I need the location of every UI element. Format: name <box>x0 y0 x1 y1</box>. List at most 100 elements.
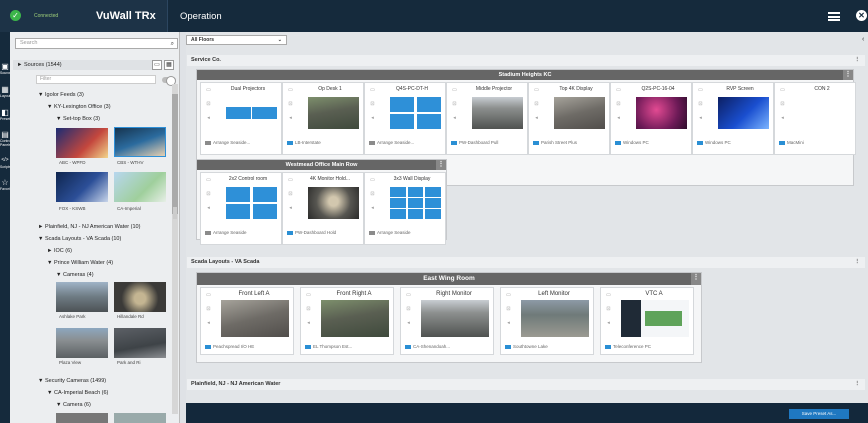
rail-favorites[interactable]: ☆ Favorites <box>0 178 14 191</box>
display-cell[interactable]: 4K Monitor Hold... ▭ ⊡ ◂ PW-Dashboard Hold <box>282 172 364 245</box>
save-preset-button[interactable]: Save Preset As... <box>789 409 849 419</box>
lock-icon[interactable]: ⊡ <box>605 306 612 312</box>
monitor-icon[interactable]: ▭ <box>405 292 412 298</box>
tree-item[interactable]: ▼ Scada Layouts - VA Scada (10) <box>38 236 121 242</box>
source-thumbnail[interactable] <box>114 172 166 202</box>
volume-icon[interactable]: ◂ <box>605 320 612 326</box>
source-thumbnail[interactable] <box>56 282 108 312</box>
wall-menu-icon[interactable]: ⋮ <box>691 273 701 285</box>
display-cell[interactable]: Right Monitor ▭ ⊡ ◂ CA-Shenandoah... <box>400 287 494 355</box>
volume-icon[interactable]: ◂ <box>369 205 376 211</box>
display-cell[interactable]: Dual Projectors ▭ ⊡ ◂ Arrange Seaside... <box>200 82 282 155</box>
lock-icon[interactable]: ⊡ <box>305 306 312 312</box>
lock-icon[interactable]: ⊡ <box>287 191 294 197</box>
cell-screen[interactable] <box>718 97 769 129</box>
monitor-icon[interactable]: ▭ <box>615 87 622 93</box>
monitor-icon[interactable]: ▭ <box>605 292 612 298</box>
lock-icon[interactable]: ⊡ <box>369 101 376 107</box>
group-header[interactable]: Service Co. ⋮ <box>187 55 865 66</box>
filter-toggle[interactable] <box>162 76 176 86</box>
lock-icon[interactable]: ⊡ <box>205 306 212 312</box>
display-cell[interactable]: Left Monitor ▭ ⊡ ◂ Southtowne Lake <box>500 287 594 355</box>
monitor-icon[interactable]: ▭ <box>505 292 512 298</box>
cell-screen[interactable] <box>472 97 523 129</box>
tree-item[interactable]: ▼ Igolor Feeds (3) <box>38 92 84 98</box>
monitor-icon[interactable]: ▭ <box>779 87 786 93</box>
rail-scripts[interactable]: </> Scripts <box>0 156 11 169</box>
display-cell[interactable]: 3x3 Wall Display ▭ ⊡ ◂ Arrange Seaside <box>364 172 446 245</box>
display-cell[interactable]: 2x2 Control room ▭ ⊡ ◂ Arrange Seaside <box>200 172 282 245</box>
monitor-icon[interactable]: ▭ <box>205 292 212 298</box>
cell-screen[interactable] <box>421 300 489 337</box>
volume-icon[interactable]: ◂ <box>287 205 294 211</box>
volume-icon[interactable]: ◂ <box>779 115 786 121</box>
group-header[interactable]: Scada Layouts - VA Scada ⋮ <box>187 257 865 268</box>
display-cell[interactable]: Middle Projector ▭ ⊡ ◂ PW-Dashboard Pull <box>446 82 528 155</box>
volume-icon[interactable]: ◂ <box>451 115 458 121</box>
tree-item[interactable]: ▼ CA-Imperial Beach (6) <box>47 390 108 396</box>
rail-control-panels[interactable]: ▤ Control Panels <box>0 130 11 147</box>
display-cell[interactable]: Op Desk 1 ▭ ⊡ ◂ LB-Interstate <box>282 82 364 155</box>
cell-screen[interactable] <box>308 97 359 129</box>
filter-input[interactable]: Filter <box>36 75 156 84</box>
cell-screen[interactable] <box>226 97 277 129</box>
monitor-icon[interactable]: ▭ <box>369 177 376 183</box>
grid-view-button[interactable]: ▦ <box>164 60 174 70</box>
list-view-button[interactable]: ▭ <box>152 60 162 70</box>
display-cell[interactable]: VTC A ▭ ⊡ ◂ Teleconference PC <box>600 287 694 355</box>
volume-icon[interactable]: ◂ <box>505 320 512 326</box>
lock-icon[interactable]: ⊡ <box>405 306 412 312</box>
display-cell[interactable]: Front Right A ▭ ⊡ ◂ EL Thompson Est... <box>300 287 394 355</box>
tree-item[interactable]: ▼ Set-top Box (3) <box>56 116 100 122</box>
close-icon[interactable]: ✕ <box>856 10 867 21</box>
lock-icon[interactable]: ⊡ <box>205 101 212 107</box>
source-thumbnail[interactable] <box>56 413 108 423</box>
lock-icon[interactable]: ⊡ <box>451 101 458 107</box>
source-thumbnail[interactable] <box>56 172 108 202</box>
lock-icon[interactable]: ⊡ <box>779 101 786 107</box>
panel-resize-handle[interactable] <box>173 207 177 219</box>
volume-icon[interactable]: ◂ <box>205 320 212 326</box>
monitor-icon[interactable]: ▭ <box>287 87 294 93</box>
tree-item[interactable]: ► IOC (6) <box>47 248 72 254</box>
sidebar-scrollbar[interactable] <box>172 84 178 414</box>
lock-icon[interactable]: ⊡ <box>369 191 376 197</box>
monitor-icon[interactable]: ▭ <box>287 177 294 183</box>
lock-icon[interactable]: ⊡ <box>615 101 622 107</box>
tree-item[interactable]: ▼ Prince William Water (4) <box>47 260 113 266</box>
volume-icon[interactable]: ◂ <box>369 115 376 121</box>
volume-icon[interactable]: ◂ <box>697 115 704 121</box>
monitor-icon[interactable]: ▭ <box>205 87 212 93</box>
cell-screen[interactable] <box>554 97 605 129</box>
cell-screen[interactable] <box>221 300 289 337</box>
source-thumbnail[interactable] <box>114 413 166 423</box>
monitor-icon[interactable]: ▭ <box>451 87 458 93</box>
cell-screen[interactable] <box>521 300 589 337</box>
lock-icon[interactable]: ⊡ <box>205 191 212 197</box>
display-cell[interactable]: RVP Screen ▭ ⊡ ◂ Windows PC <box>692 82 774 155</box>
cell-screen[interactable] <box>636 97 687 129</box>
source-thumbnail[interactable] <box>114 328 166 358</box>
source-thumbnail[interactable] <box>114 282 166 312</box>
collapse-icon[interactable]: ‹ <box>862 36 864 43</box>
display-cell[interactable]: CON 2 ▭ ⊡ ◂ MacMini <box>774 82 856 155</box>
rail-layouts[interactable]: ▦ Layouts <box>0 85 12 98</box>
volume-icon[interactable]: ◂ <box>533 115 540 121</box>
monitor-icon[interactable]: ▭ <box>369 87 376 93</box>
monitor-icon[interactable]: ▭ <box>205 177 212 183</box>
rail-presets[interactable]: ◧ Presets <box>0 108 12 121</box>
tree-item[interactable]: ▼ KY-Lexington Office (3) <box>47 104 111 110</box>
cell-screen[interactable] <box>390 97 441 129</box>
floor-select[interactable]: All Floors ⌄ <box>186 35 287 45</box>
tree-item[interactable]: ▼ Camera (6) <box>56 402 91 408</box>
lock-icon[interactable]: ⊡ <box>533 101 540 107</box>
group-header[interactable]: Plainfield, NJ - NJ American Water ⋮ <box>187 379 865 390</box>
volume-icon[interactable]: ◂ <box>305 320 312 326</box>
cell-screen[interactable] <box>621 300 689 337</box>
volume-icon[interactable]: ◂ <box>205 115 212 121</box>
display-cell[interactable]: Front Left A ▭ ⊡ ◂ Peachspread I/O HE <box>200 287 294 355</box>
rail-sources[interactable]: ▣ Sources <box>0 62 13 75</box>
cell-screen[interactable] <box>800 97 851 129</box>
tree-item[interactable]: ▼ Cameras (4) <box>56 272 94 278</box>
volume-icon[interactable]: ◂ <box>615 115 622 121</box>
